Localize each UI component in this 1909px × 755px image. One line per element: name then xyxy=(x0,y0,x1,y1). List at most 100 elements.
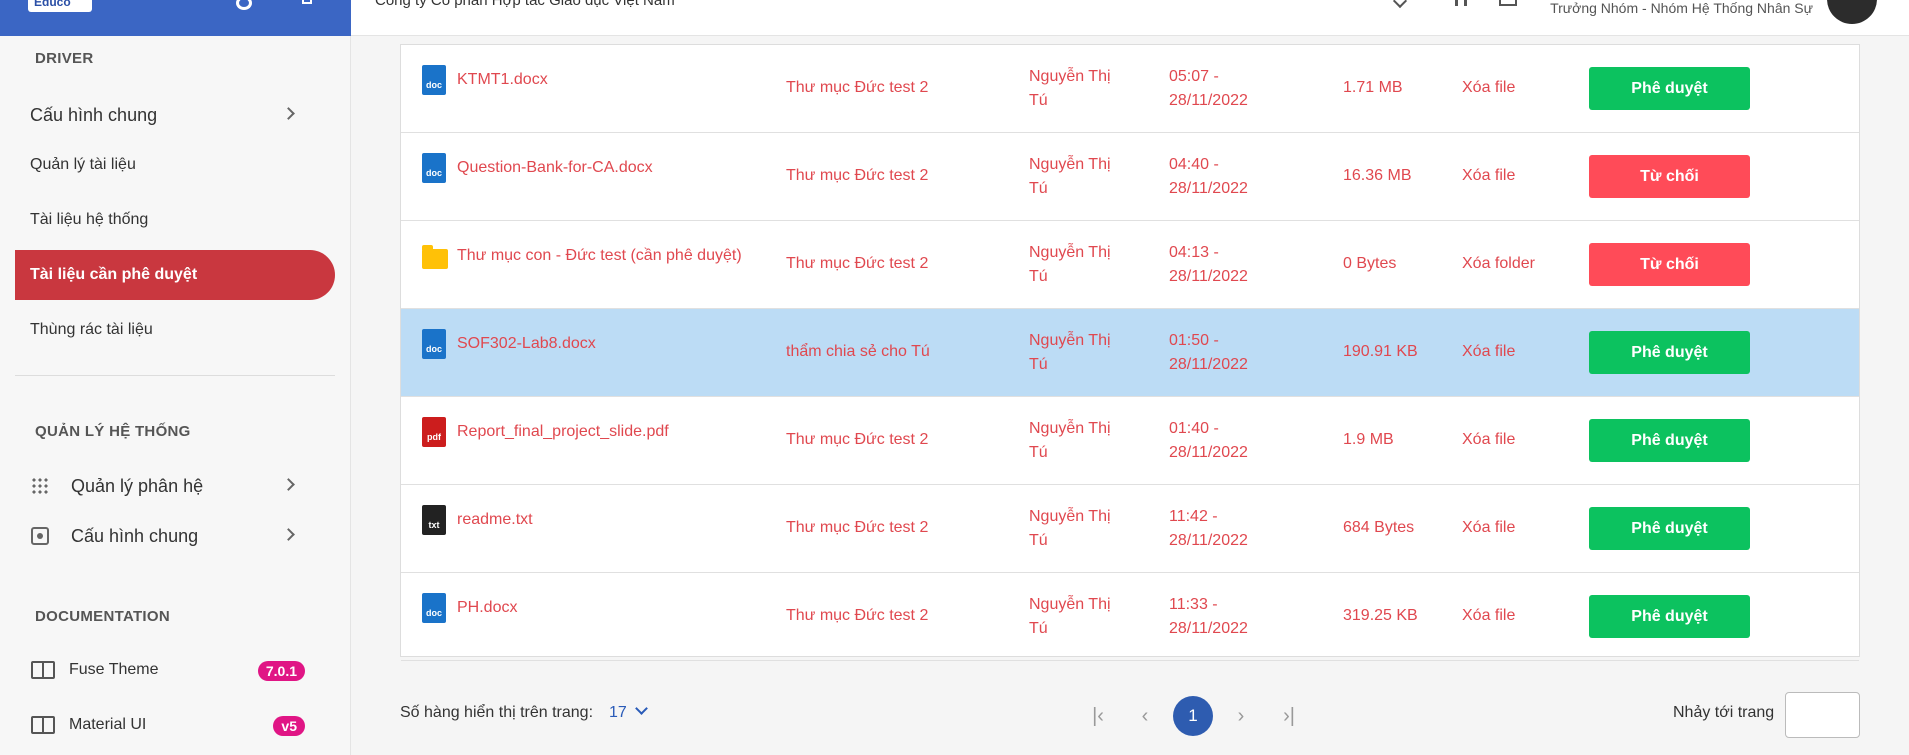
date-value: 28/11/2022 xyxy=(1169,444,1248,461)
folder-name[interactable]: Thư mục Đức test 2 xyxy=(786,607,928,625)
jump-to-page-input[interactable] xyxy=(1785,692,1860,738)
table-row[interactable]: Thư mục con - Đức test (cần phê duyệt) Th… xyxy=(401,221,1859,309)
table-row[interactable]: doc SOF302-Lab8.docx thẩm chia sẻ cho Tú Ng… xyxy=(401,309,1859,397)
approve-button[interactable]: Phê duyệt xyxy=(1589,419,1750,462)
table-row[interactable]: doc KTMT1.docx Thư mục Đức test 2 Nguyễn Th… xyxy=(401,45,1859,133)
top-bar: Công ty Cổ phần Hợp tác Giáo dục Việt Na… xyxy=(351,0,1909,36)
folder-name[interactable]: thẩm chia sẻ cho Tú xyxy=(786,343,930,361)
approve-button[interactable]: Phê duyệt xyxy=(1589,67,1750,110)
folder-name[interactable]: Thư mục Đức test 2 xyxy=(786,79,928,97)
sidebar-item-label: Cấu hình chung xyxy=(30,104,158,125)
file-size: 1.71 MB xyxy=(1343,79,1403,96)
version-badge: 7.0.1 xyxy=(257,661,305,681)
sidebar-item-label: Quản lý phân hệ xyxy=(71,475,204,496)
owner-name: Nguyễn Thị Tú xyxy=(1029,156,1111,197)
sidebar-item-document-management[interactable]: Quản lý tài liệu xyxy=(15,140,335,190)
last-page-button[interactable]: ›| xyxy=(1269,696,1309,736)
date-value: 28/11/2022 xyxy=(1169,180,1248,197)
date-value: 28/11/2022 xyxy=(1169,92,1248,109)
txt-file-icon: txt xyxy=(422,505,446,535)
reject-button[interactable]: Từ chối xyxy=(1589,155,1750,198)
folder-icon xyxy=(422,245,448,269)
pagination-bar: Số hàng hiển thị trên trang: 17 |‹ ‹ 1 ›… xyxy=(400,692,1860,738)
table-row[interactable]: doc Question-Bank-for-CA.docx Thư mục Đức … xyxy=(401,133,1859,221)
time-value: 04:40 - xyxy=(1169,156,1219,173)
next-page-button[interactable]: › xyxy=(1221,696,1261,736)
sidebar-item-system-config[interactable]: Cấu hình chung xyxy=(15,511,335,561)
sidebar-item-document-trash[interactable]: Thùng rác tài liệu xyxy=(15,305,335,355)
time-value: 01:50 - xyxy=(1169,332,1219,349)
file-name[interactable]: PH.docx xyxy=(457,599,517,617)
pause-icon[interactable] xyxy=(1455,0,1467,6)
owner-name: Nguyễn Thị Tú xyxy=(1029,68,1111,109)
folder-name[interactable]: Thư mục Đức test 2 xyxy=(786,519,928,537)
sidebar-item-pending-approval[interactable]: Tài liệu cần phê duyệt xyxy=(15,250,335,300)
file-size: 1.9 MB xyxy=(1343,431,1394,448)
doc-file-icon: doc xyxy=(422,593,446,623)
section-title-documentation: DOCUMENTATION xyxy=(35,608,170,625)
sidebar-item-fuse-theme[interactable]: Fuse Theme 7.0.1 xyxy=(15,645,335,695)
table-row[interactable]: doc PH.docx Thư mục Đức test 2 Nguyễn Thị T… xyxy=(401,573,1859,661)
logo[interactable]: Educo xyxy=(28,0,92,12)
folder-name[interactable]: Thư mục Đức test 2 xyxy=(786,431,928,449)
prev-page-button[interactable]: ‹ xyxy=(1125,696,1165,736)
section-title-system: QUẢN LÝ HỆ THỐNG xyxy=(35,423,191,440)
sidebar-item-module-management[interactable]: Quản lý phân hệ xyxy=(15,461,335,511)
sidebar-item-label: Tài liệu hệ thống xyxy=(30,211,149,228)
owner-name: Nguyễn Thị Tú xyxy=(1029,332,1111,373)
sidebar-item-general-config[interactable]: Cấu hình chung xyxy=(15,90,335,140)
version-badge: v5 xyxy=(273,716,305,736)
approve-button[interactable]: Phê duyệt xyxy=(1589,507,1750,550)
refresh-icon[interactable] xyxy=(236,0,252,10)
sidebar-item-material-ui[interactable]: Material UI v5 xyxy=(15,700,335,750)
sidebar: Educo DRIVER Cấu hình chung Quản lý tài … xyxy=(0,0,351,755)
folder-name[interactable]: Thư mục Đức test 2 xyxy=(786,167,928,185)
file-name[interactable]: KTMT1.docx xyxy=(457,71,548,89)
file-name[interactable]: Thư mục con - Đức test (cần phê duyệt) xyxy=(457,247,742,265)
grid-icon xyxy=(31,477,49,495)
request-action: Xóa file xyxy=(1462,79,1516,96)
rows-per-page-label: Số hàng hiển thị trên trang: xyxy=(400,704,594,721)
file-size: 684 Bytes xyxy=(1343,519,1415,536)
time-value: 04:13 - xyxy=(1169,244,1219,261)
owner-name: Nguyễn Thị Tú xyxy=(1029,596,1111,637)
table-row[interactable]: txt readme.txt Thư mục Đức test 2 Nguyễn Th… xyxy=(401,485,1859,573)
file-name[interactable]: Question-Bank-for-CA.docx xyxy=(457,159,653,177)
approve-button[interactable]: Phê duyệt xyxy=(1589,595,1750,638)
file-name[interactable]: Report_final_project_slide.pdf xyxy=(457,423,669,441)
avatar[interactable] xyxy=(1827,0,1877,24)
file-name[interactable]: SOF302-Lab8.docx xyxy=(457,335,596,353)
chevron-right-icon xyxy=(282,528,295,541)
request-action: Xóa folder xyxy=(1462,255,1535,272)
file-size: 0 Bytes xyxy=(1343,255,1397,272)
table-row[interactable]: pdf Report_final_project_slide.pdf Thư mục… xyxy=(401,397,1859,485)
request-action: Xóa file xyxy=(1462,343,1516,360)
sidebar-item-label: Tài liệu cần phê duyệt xyxy=(30,266,198,283)
menu-icon[interactable] xyxy=(302,0,312,4)
rows-per-page-select[interactable]: 17 xyxy=(609,704,627,722)
timestamp: 05:07 - 28/11/2022 xyxy=(1169,65,1248,113)
timestamp: 04:40 - 28/11/2022 xyxy=(1169,153,1248,201)
page-current[interactable]: 1 xyxy=(1173,696,1213,736)
owner-name: Nguyễn Thị Tú xyxy=(1029,508,1111,549)
first-page-button[interactable]: |‹ xyxy=(1078,696,1118,736)
company-label: Công ty Cổ phần Hợp tác Giáo dục Việt Na… xyxy=(375,0,675,9)
fullscreen-icon[interactable] xyxy=(1499,0,1517,6)
file-name[interactable]: readme.txt xyxy=(457,511,533,529)
reject-button[interactable]: Từ chối xyxy=(1589,243,1750,286)
time-value: 11:33 - xyxy=(1169,596,1218,613)
book-icon xyxy=(31,661,55,679)
sidebar-item-label: Material UI xyxy=(69,716,147,733)
file-size: 190.91 KB xyxy=(1343,343,1418,360)
folder-name[interactable]: Thư mục Đức test 2 xyxy=(786,255,928,273)
approve-button[interactable]: Phê duyệt xyxy=(1589,331,1750,374)
chevron-down-icon[interactable] xyxy=(635,702,648,715)
dropdown-icon[interactable] xyxy=(1392,0,1408,9)
time-value: 01:40 - xyxy=(1169,420,1219,437)
gear-icon xyxy=(31,527,49,545)
timestamp: 11:33 - 28/11/2022 xyxy=(1169,593,1248,641)
user-role: Trưởng Nhóm - Nhóm Hệ Thống Nhân Sự xyxy=(1550,0,1813,16)
sidebar-item-system-documents[interactable]: Tài liệu hệ thống xyxy=(15,195,335,245)
date-value: 28/11/2022 xyxy=(1169,356,1248,373)
owner-name: Nguyễn Thị Tú xyxy=(1029,244,1111,285)
